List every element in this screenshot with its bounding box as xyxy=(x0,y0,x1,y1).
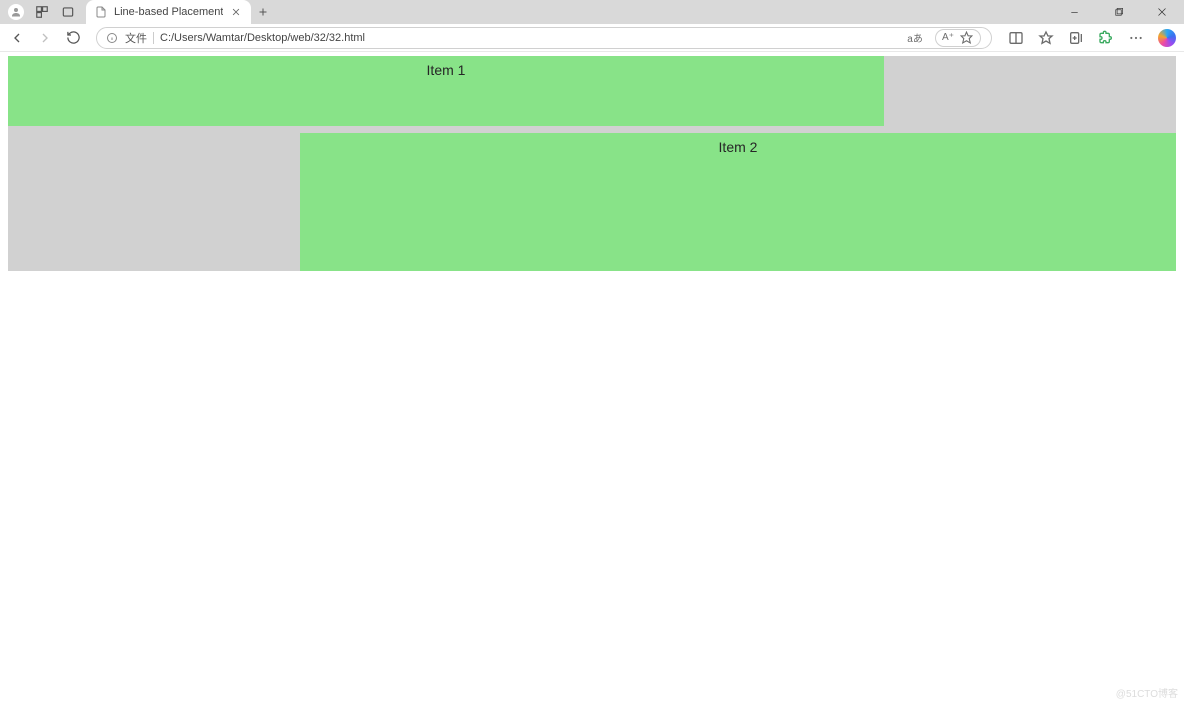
titlebar-drag-area xyxy=(275,0,1052,24)
close-button[interactable] xyxy=(1140,0,1184,24)
translate-icon[interactable]: aあ xyxy=(907,30,923,46)
profile-icon[interactable] xyxy=(8,4,24,20)
star-icon[interactable] xyxy=(958,30,974,46)
forward-button[interactable] xyxy=(36,29,54,47)
file-icon xyxy=(94,5,108,19)
tab-close-button[interactable] xyxy=(229,5,243,19)
tab-actions-icon[interactable] xyxy=(60,4,76,20)
extensions-icon[interactable] xyxy=(1098,30,1114,46)
site-info-icon[interactable] xyxy=(105,31,119,45)
browser-tab[interactable]: Line-based Placement xyxy=(86,0,251,24)
minimize-button[interactable] xyxy=(1052,0,1096,24)
refresh-button[interactable] xyxy=(64,29,82,47)
toolbar-right-icons xyxy=(1002,29,1176,47)
tab-title: Line-based Placement xyxy=(114,6,223,18)
read-aloud-label: A⁺ xyxy=(942,32,954,43)
grid-item-2: Item 2 xyxy=(300,133,1176,271)
collections-icon[interactable] xyxy=(1068,30,1084,46)
window-controls xyxy=(1052,0,1184,24)
address-bar[interactable]: 文件 C:/Users/Wamtar/Desktop/web/32/32.htm… xyxy=(96,27,992,49)
copilot-icon[interactable] xyxy=(1158,29,1176,47)
grid-container: Item 1 Item 2 xyxy=(8,56,1176,271)
page-viewport: Item 1 Item 2 @51CTO博客 xyxy=(0,52,1184,704)
more-icon[interactable] xyxy=(1128,30,1144,46)
workspaces-icon[interactable] xyxy=(34,4,50,20)
watermark-label: @51CTO博客 xyxy=(1116,685,1178,700)
address-url: C:/Users/Wamtar/Desktop/web/32/32.html xyxy=(160,32,901,44)
grid-item-1: Item 1 xyxy=(8,56,884,126)
new-tab-button[interactable] xyxy=(251,0,275,24)
back-button[interactable] xyxy=(8,29,26,47)
maximize-button[interactable] xyxy=(1096,0,1140,24)
titlebar-left-icons xyxy=(0,0,82,24)
address-bar-actions: aあ A⁺ xyxy=(907,29,983,47)
split-screen-icon[interactable] xyxy=(1008,30,1024,46)
read-aloud-pill[interactable]: A⁺ xyxy=(935,29,981,47)
address-separator xyxy=(153,32,154,44)
address-scheme-label: 文件 xyxy=(125,30,147,46)
browser-toolbar: 文件 C:/Users/Wamtar/Desktop/web/32/32.htm… xyxy=(0,24,1184,52)
window-titlebar: Line-based Placement xyxy=(0,0,1184,24)
favorites-icon[interactable] xyxy=(1038,30,1054,46)
